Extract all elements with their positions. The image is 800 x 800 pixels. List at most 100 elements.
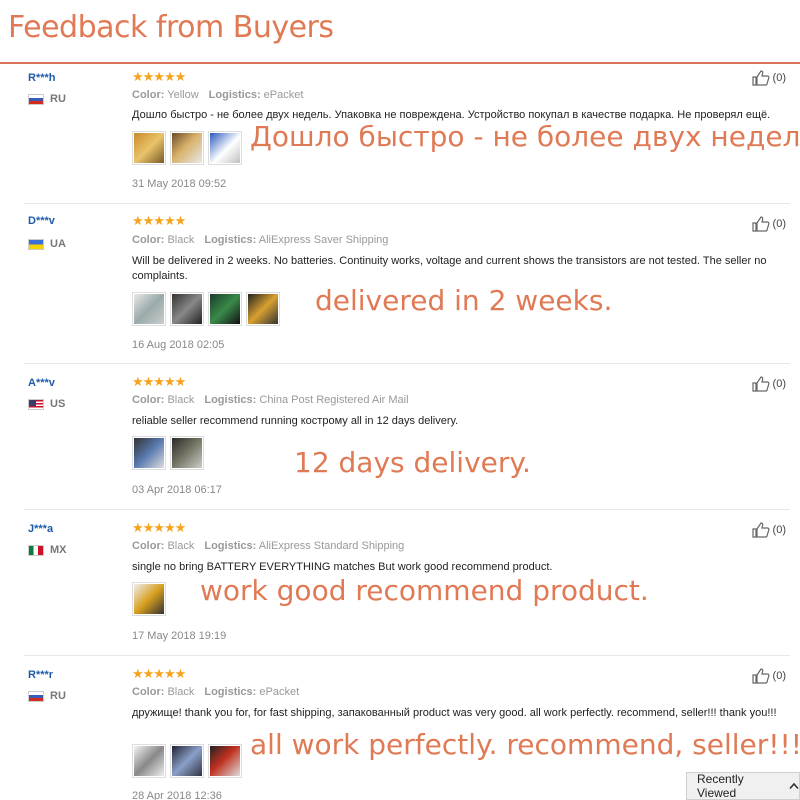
highlight-caption: work good recommend product. xyxy=(200,574,649,607)
highlight-caption: 12 days delivery. xyxy=(294,446,531,479)
color-value: Black xyxy=(167,686,195,698)
star-rating: ★★★★★ xyxy=(132,69,186,84)
logistics-value: China Post Registered Air Mail xyxy=(259,394,409,406)
review-photos xyxy=(132,436,204,470)
thumbs-up-icon xyxy=(751,376,770,392)
thumbs-up-icon xyxy=(751,668,770,684)
like-count: (0) xyxy=(772,218,786,230)
review-photos xyxy=(132,292,280,326)
page-header: Feedback from Buyers xyxy=(0,0,800,64)
star-rating: ★★★★★ xyxy=(132,666,186,681)
recently-viewed-button[interactable]: Recently Viewed xyxy=(686,772,800,800)
review-photo[interactable] xyxy=(170,292,204,326)
order-info: Color: Black Logistics: ePacket xyxy=(132,686,299,698)
like-button[interactable]: (0) xyxy=(751,216,786,232)
like-count: (0) xyxy=(772,378,786,390)
review-date: 28 Apr 2018 12:36 xyxy=(132,790,222,800)
review-photo[interactable] xyxy=(170,744,204,778)
color-value: Yellow xyxy=(167,89,199,101)
color-label: Color: xyxy=(132,540,165,552)
country-code: RU xyxy=(50,93,66,105)
star-rating: ★★★★★ xyxy=(132,374,186,389)
logistics-value: AliExpress Saver Shipping xyxy=(258,234,389,246)
review-item: R***h RU ★★★★★ Color: Yellow Logistics: e… xyxy=(0,66,800,204)
order-info: Color: Yellow Logistics: ePacket xyxy=(132,89,303,101)
star-rating: ★★★★★ xyxy=(132,520,186,535)
like-button[interactable]: (0) xyxy=(751,70,786,86)
like-button[interactable]: (0) xyxy=(751,522,786,538)
review-item: A***v US ★★★★★ Color: Black Logistics: Ch… xyxy=(0,366,800,510)
thumbs-up-icon xyxy=(751,70,770,86)
review-comment: дружище! thank you for, for fast shippin… xyxy=(132,707,777,719)
review-comment: reliable seller recommend running костро… xyxy=(132,415,459,427)
page-title: Feedback from Buyers xyxy=(8,10,334,45)
review-date: 03 Apr 2018 06:17 xyxy=(132,484,222,496)
reviewer-name[interactable]: D***v xyxy=(28,215,55,227)
like-button[interactable]: (0) xyxy=(751,668,786,684)
recently-viewed-label: Recently Viewed xyxy=(697,772,744,800)
review-date: 17 May 2018 19:19 xyxy=(132,630,227,642)
review-photo[interactable] xyxy=(170,131,204,165)
review-photo[interactable] xyxy=(208,292,242,326)
country-code: US xyxy=(50,398,66,410)
review-photo[interactable] xyxy=(208,744,242,778)
review-photo[interactable] xyxy=(208,131,242,165)
order-info: Color: Black Logistics: AliExpress Saver … xyxy=(132,234,388,246)
logistics-value: ePacket xyxy=(259,686,300,698)
order-info: Color: Black Logistics: China Post Regist… xyxy=(132,394,409,406)
review-photo[interactable] xyxy=(132,436,166,470)
flag-mx-icon xyxy=(28,544,44,556)
review-comment: Will be delivered in 2 weeks. No batteri… xyxy=(132,255,767,282)
order-info: Color: Black Logistics: AliExpress Standa… xyxy=(132,540,404,552)
flag-ru-icon xyxy=(28,690,44,702)
reviewer-name[interactable]: R***h xyxy=(28,72,56,84)
color-label: Color: xyxy=(132,89,165,101)
reviewer-country: RU xyxy=(28,93,66,105)
review-photo[interactable] xyxy=(132,582,166,616)
review-photo[interactable] xyxy=(170,436,204,470)
color-label: Color: xyxy=(132,234,165,246)
chevron-up-icon xyxy=(789,779,799,793)
highlight-caption: delivered in 2 weeks. xyxy=(315,284,613,317)
review-photo[interactable] xyxy=(246,292,280,326)
reviewer-country: UA xyxy=(28,238,66,250)
logistics-label: Logistics: xyxy=(204,686,257,698)
review-photo[interactable] xyxy=(132,744,166,778)
reviewer-country: RU xyxy=(28,690,66,702)
color-value: Black xyxy=(167,394,195,406)
review-item: R***r RU ★★★★★ Color: Black Logistics: eP… xyxy=(0,658,800,800)
review-date: 16 Aug 2018 02:05 xyxy=(132,339,225,351)
flag-ru-icon xyxy=(28,93,44,105)
logistics-label: Logistics: xyxy=(204,394,257,406)
review-photo[interactable] xyxy=(132,292,166,326)
flag-ua-icon xyxy=(28,238,44,250)
logistics-value: AliExpress Standard Shipping xyxy=(258,540,405,552)
flag-us-icon xyxy=(28,398,44,410)
reviewer-country: US xyxy=(28,398,65,410)
review-photos xyxy=(132,582,166,616)
review-photos xyxy=(132,744,242,778)
reviewer-name[interactable]: J***a xyxy=(28,523,53,535)
like-count: (0) xyxy=(772,524,786,536)
color-label: Color: xyxy=(132,686,165,698)
logistics-label: Logistics: xyxy=(208,89,261,101)
logistics-label: Logistics: xyxy=(204,234,257,246)
country-code: RU xyxy=(50,690,66,702)
review-item: D***v UA ★★★★★ Color: Black Logistics: Al… xyxy=(0,206,800,364)
reviewer-country: MX xyxy=(28,544,67,556)
like-count: (0) xyxy=(772,72,786,84)
like-button[interactable]: (0) xyxy=(751,376,786,392)
reviewer-name[interactable]: R***r xyxy=(28,669,53,681)
review-item: J***a MX ★★★★★ Color: Black Logistics: Al… xyxy=(0,512,800,656)
highlight-caption: all work perfectly. recommend, seller!!! xyxy=(250,728,800,761)
thumbs-up-icon xyxy=(751,522,770,538)
logistics-label: Logistics: xyxy=(204,540,257,552)
review-photo[interactable] xyxy=(132,131,166,165)
reviewer-name[interactable]: A***v xyxy=(28,377,55,389)
review-comment: single no bring BATTERY EVERYTHING match… xyxy=(132,561,553,573)
logistics-value: ePacket xyxy=(263,89,304,101)
color-label: Color: xyxy=(132,394,165,406)
color-value: Black xyxy=(167,540,195,552)
review-photos xyxy=(132,131,242,165)
review-date: 31 May 2018 09:52 xyxy=(132,178,227,190)
